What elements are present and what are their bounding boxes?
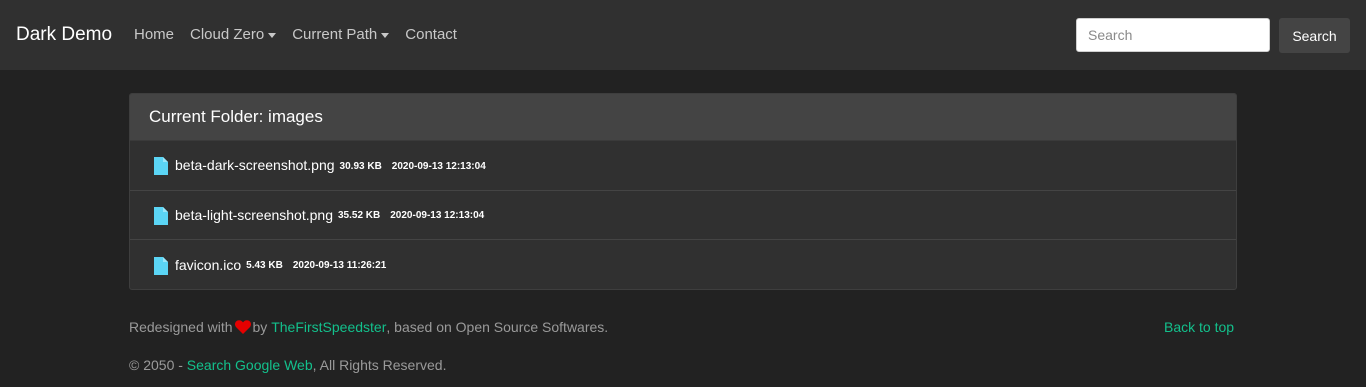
back-to-top-link[interactable]: Back to top — [1164, 318, 1234, 336]
nav-dropdown-current-path[interactable]: Current Path — [292, 24, 390, 46]
nav-link-home[interactable]: Home — [134, 24, 174, 46]
file-modified: 2020-09-13 12:13:04 — [391, 160, 486, 172]
copyright-suffix: , All Rights Reserved. — [312, 357, 447, 373]
file-icon — [154, 256, 168, 275]
footer-redesigned-text: Redesigned with — [129, 319, 233, 335]
file-name: beta-dark-screenshot.png — [175, 157, 335, 174]
file-icon — [154, 206, 168, 225]
heart-icon — [234, 320, 251, 334]
file-name: beta-light-screenshot.png — [175, 206, 333, 223]
file-size: 5.43 KB — [246, 260, 283, 272]
file-row[interactable]: beta-light-screenshot.png 35.52 KB 2020-… — [130, 191, 1236, 240]
search-google-link[interactable]: Search Google Web — [187, 357, 313, 373]
file-modified: 2020-09-13 12:13:04 — [390, 210, 485, 222]
file-name: favicon.ico — [175, 256, 242, 273]
nav-link-label: Cloud Zero — [190, 26, 265, 43]
footer-by-text: by — [252, 319, 268, 335]
author-link[interactable]: TheFirstSpeedster — [271, 318, 386, 336]
file-modified: 2020-09-13 11:26:21 — [292, 260, 387, 272]
caret-down-icon — [381, 33, 390, 38]
file-size: 30.93 KB — [339, 160, 382, 172]
folder-card: Current Folder: images beta-dark-screens… — [129, 93, 1237, 290]
nav-links: Home Cloud Zero Current Path Contact — [134, 24, 473, 46]
footer-copyright: © 2050 - Search Google Web, All Rights R… — [129, 356, 446, 374]
footer-suffix-text: , based on Open Source Softwares. — [386, 319, 609, 335]
folder-card-header: Current Folder: images — [130, 94, 1236, 141]
file-icon — [154, 157, 168, 176]
nav-link-contact[interactable]: Contact — [405, 24, 457, 46]
nav-link-label: Home — [134, 26, 175, 43]
search-button[interactable]: Search — [1279, 18, 1350, 53]
folder-title: Current Folder: images — [149, 107, 323, 126]
search-input[interactable] — [1076, 18, 1270, 52]
file-row[interactable]: beta-dark-screenshot.png 30.93 KB 2020-0… — [130, 141, 1236, 191]
file-row[interactable]: favicon.ico 5.43 KB 2020-09-13 11:26:21 — [130, 240, 1236, 289]
file-size: 35.52 KB — [338, 210, 381, 222]
copyright-text: © 2050 - — [129, 357, 183, 373]
brand-logo[interactable]: Dark Demo — [16, 22, 112, 48]
nav-dropdown-cloud-zero[interactable]: Cloud Zero — [190, 24, 277, 46]
footer-credits: Redesigned with by TheFirstSpeedster, ba… — [129, 318, 608, 336]
nav-link-label: Current Path — [292, 26, 378, 43]
caret-down-icon — [268, 33, 277, 38]
navbar: Dark Demo Home Cloud Zero Current Path C… — [0, 0, 1366, 70]
nav-link-label: Contact — [405, 26, 457, 43]
